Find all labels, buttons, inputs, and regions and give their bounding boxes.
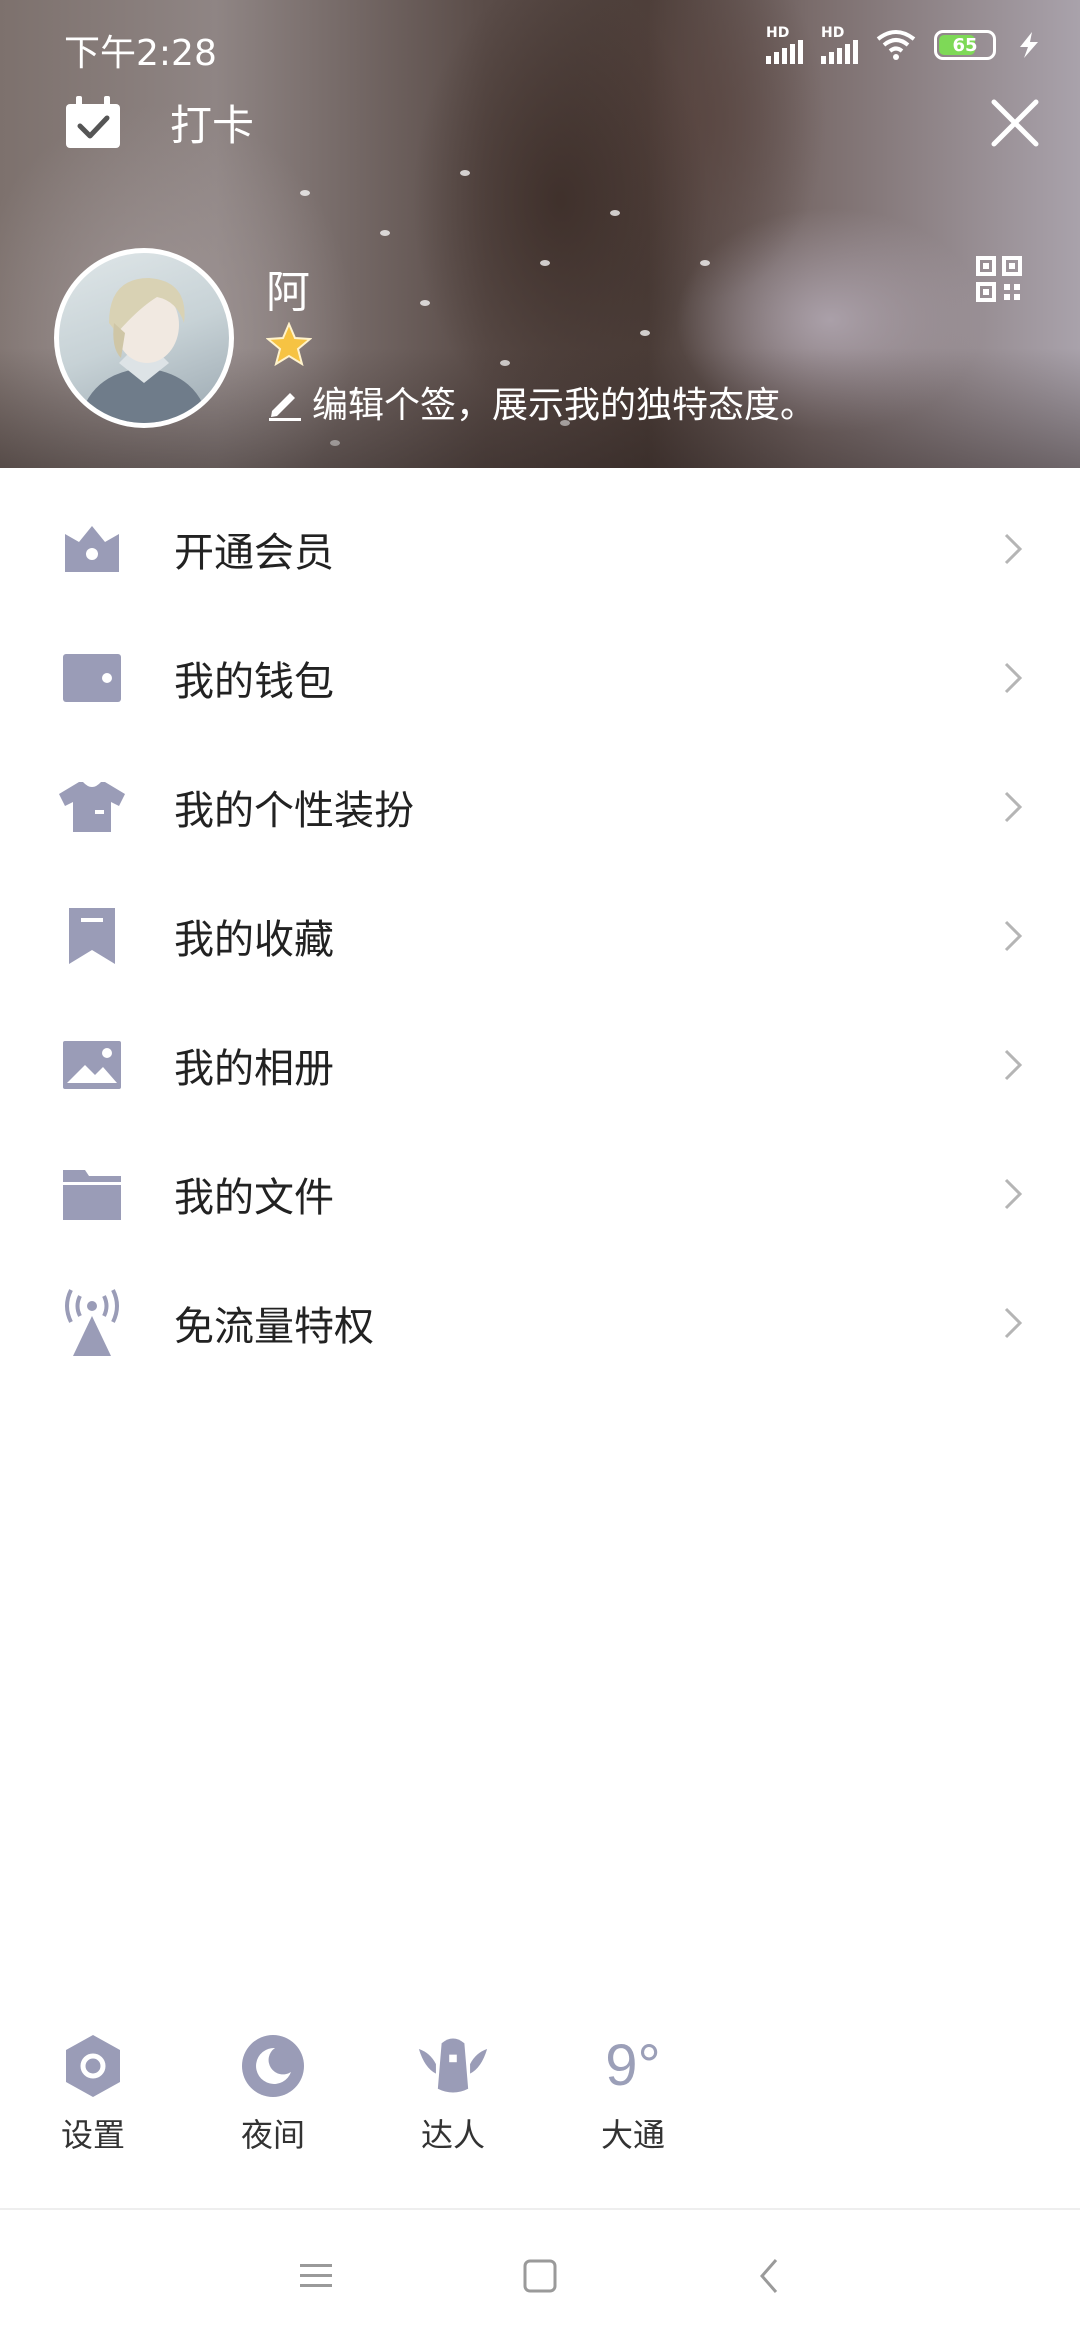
chevron-right-icon (1004, 920, 1023, 951)
menu-item-label: 我的收藏 (174, 916, 334, 963)
menu-item-wallet[interactable]: 我的钱包 (0, 613, 1080, 742)
profile-section: 阿 编辑个签，展示我的独特态度。 (54, 248, 816, 428)
chevron-right-icon (1004, 1049, 1023, 1080)
star-icon[interactable] (265, 321, 816, 370)
chevron-right-icon (1004, 1307, 1023, 1338)
weather-location-label: 大通 (600, 2116, 665, 2154)
weather-temperature: 9° (597, 2030, 669, 2102)
menu-item-label: 我的相册 (174, 1045, 334, 1092)
status-bar: 下午2:28 HD HD 65 (0, 0, 1080, 96)
menu-item-album[interactable]: 我的相册 (0, 1000, 1080, 1129)
signature-edit[interactable]: 编辑个签，展示我的独特态度。 (266, 376, 816, 428)
status-icons: HD HD 65 (766, 26, 1044, 64)
temperature-value: 9° (605, 2033, 661, 2098)
battery-icon: 65 (934, 30, 996, 60)
menu-icon[interactable] (288, 2248, 344, 2304)
charging-icon (1020, 32, 1038, 58)
chevron-right-icon (1004, 533, 1023, 564)
drawer-menu: 开通会员 我的钱包 我的个性装扮 我的收藏 我的相册 我的文件 免流量特权 (0, 484, 1080, 1387)
profile-info: 阿 编辑个签，展示我的独特态度。 (265, 248, 816, 428)
chevron-right-icon (1004, 791, 1023, 822)
menu-item-data-free[interactable]: 免流量特权 (0, 1258, 1080, 1387)
expert-label: 达人 (420, 2116, 485, 2154)
qr-code-icon[interactable] (976, 256, 1022, 302)
tshirt-icon (56, 771, 128, 843)
settings-label: 设置 (60, 2116, 125, 2154)
signal-icon: HD (766, 26, 803, 64)
menu-item-label: 我的个性装扮 (174, 787, 414, 834)
menu-item-label: 开通会员 (174, 529, 334, 576)
close-icon[interactable] (988, 96, 1042, 150)
avatar-illustration (79, 278, 209, 423)
penguin-wings-icon (417, 2030, 489, 2102)
checkin-button[interactable]: 打卡 (64, 92, 254, 153)
photo-icon (56, 1029, 128, 1101)
signature-text: 编辑个签，展示我的独特态度。 (312, 385, 817, 426)
back-icon[interactable] (740, 2248, 796, 2304)
status-time: 下午2:28 (64, 33, 217, 74)
menu-item-label: 我的文件 (174, 1174, 334, 1221)
top-bar: 打卡 (0, 92, 1080, 152)
nickname[interactable]: 阿 (266, 256, 816, 320)
gear-icon (57, 2030, 129, 2102)
calendar-check-icon (66, 95, 120, 148)
folder-icon (56, 1158, 128, 1230)
bookmark-icon (56, 900, 128, 972)
weather-button[interactable]: 9° 大通 (573, 2030, 693, 2156)
quick-actions: 设置 夜间 达人 9° 大通 (0, 2030, 720, 2180)
avatar[interactable] (54, 248, 234, 428)
crown-icon (56, 513, 128, 585)
checkin-label: 打卡 (170, 101, 255, 150)
menu-item-label: 免流量特权 (174, 1303, 374, 1350)
wifi-icon (876, 30, 916, 60)
night-mode-button[interactable]: 夜间 (213, 2030, 333, 2156)
menu-item-vip[interactable]: 开通会员 (0, 484, 1080, 613)
pencil-icon (269, 393, 301, 421)
night-label: 夜间 (240, 2116, 305, 2154)
menu-item-files[interactable]: 我的文件 (0, 1129, 1080, 1258)
moon-icon (237, 2030, 309, 2102)
chevron-right-icon (1004, 662, 1023, 693)
broadcast-icon (56, 1287, 128, 1359)
navigation-bar (0, 2210, 1080, 2340)
home-icon[interactable] (512, 2248, 568, 2304)
drawer-screen: 下午2:28 HD HD 65 打卡 阿 编辑个签，展示我的独特态度。 开通会员… (0, 0, 1080, 2340)
menu-item-favorites[interactable]: 我的收藏 (0, 871, 1080, 1000)
menu-item-label: 我的钱包 (174, 658, 334, 705)
settings-button[interactable]: 设置 (33, 2030, 153, 2156)
chevron-right-icon (1004, 1178, 1023, 1209)
expert-button[interactable]: 达人 (393, 2030, 513, 2156)
wallet-icon (56, 642, 128, 714)
signal-icon: HD (821, 26, 858, 64)
menu-item-costume[interactable]: 我的个性装扮 (0, 742, 1080, 871)
